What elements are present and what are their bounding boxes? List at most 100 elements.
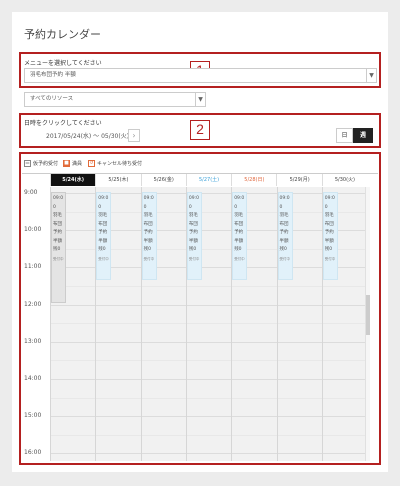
day-view-button[interactable]: 日 xyxy=(336,128,353,143)
grid-line xyxy=(50,304,367,306)
slot-text: 予約 xyxy=(143,230,153,235)
menu-label: メニューを選択してください xyxy=(24,60,102,67)
next-week-button[interactable]: › xyxy=(128,129,140,142)
day-header: 5/26(金) xyxy=(140,174,186,186)
calendar-scrollbar[interactable] xyxy=(365,187,370,461)
slot-text: 半額 xyxy=(279,238,289,244)
legend-label: 仮予約受付 xyxy=(33,161,59,167)
scrollbar-thumb[interactable] xyxy=(366,295,370,335)
slot-status: 受付中 xyxy=(98,256,109,261)
slot-text: 布団 xyxy=(98,221,108,227)
waitlist-icon: ↺ xyxy=(88,160,95,167)
slot-text: 半額 xyxy=(188,238,198,244)
reservation-slot[interactable]: 09:0 0 羽毛 布団 予約 半額 残0 受付中 xyxy=(51,192,66,303)
time-label: 14:00 xyxy=(24,375,42,382)
slot-text: 0 xyxy=(279,204,283,210)
reservation-slot[interactable]: 09:0 0 羽毛 布団 予約 半額 残0 受付中 xyxy=(277,192,293,280)
grid-line xyxy=(50,453,367,455)
slot-text: 0 xyxy=(324,204,328,210)
slot-text: 半額 xyxy=(98,238,108,244)
slot-text: 羽毛 xyxy=(98,213,108,218)
time-label: 13:00 xyxy=(24,337,42,345)
slot-text: 羽毛 xyxy=(143,213,153,218)
slot-text: 残0 xyxy=(188,247,197,252)
calendar-header: 5/24(水) 5/25(木) 5/26(金) 5/27(土) 5/28(日) 5/29(… xyxy=(50,174,370,186)
slot-text: 0 xyxy=(143,204,147,210)
slot-text: 羽毛 xyxy=(234,213,244,218)
full-icon: ■ xyxy=(63,160,70,167)
slot-text: 09:0 xyxy=(53,196,64,201)
slot-text: 09:0 xyxy=(279,196,290,201)
slot-text: 布団 xyxy=(143,221,153,227)
list-icon: ☰ xyxy=(24,160,31,167)
slot-text: 予約 xyxy=(53,230,62,235)
calendar-grid[interactable]: 09:0 0 羽毛布団予約半額残0 受付中 09:0 0 羽毛布団予約半額残0 受付中 09:0… xyxy=(50,187,369,461)
slot-text: 半額 xyxy=(143,238,153,244)
grid-line xyxy=(50,416,367,418)
reservation-slot[interactable]: 09:0 0 羽毛 布団 予約 半額 残0 受付中 xyxy=(96,192,112,280)
section-number-2: 2 xyxy=(190,120,210,140)
slot-text: 残0 xyxy=(143,247,151,252)
slot-text: 布団 xyxy=(279,221,289,227)
slot-text: 予約 xyxy=(188,230,198,235)
grid-line xyxy=(50,434,367,436)
date-range: 2017/05/24(水) 〜 05/30(火) xyxy=(46,133,130,140)
legend-item-full: ■ 満員 xyxy=(63,160,82,167)
legend-label: キャンセル待ち受付 xyxy=(97,161,143,167)
time-label: 11:00 xyxy=(24,263,42,271)
slot-text: 残0 xyxy=(234,247,242,252)
resource-select[interactable]: すべてのリソース ▼ xyxy=(24,92,206,107)
slot-text: 残0 xyxy=(98,247,106,252)
slot-text: 半額 xyxy=(234,238,244,244)
grid-line xyxy=(50,397,367,399)
legend-label: 満員 xyxy=(72,161,83,167)
slot-status: 受付中 xyxy=(324,256,336,261)
slot-text: 09:0 xyxy=(234,196,245,201)
menu-select-value: 羽毛布団予約 半額 xyxy=(30,72,76,78)
slot-status: 受付中 xyxy=(53,256,64,261)
slot-text: 半額 xyxy=(53,238,62,244)
slot-text: 0 xyxy=(53,204,56,210)
time-label: 15:00 xyxy=(24,412,42,420)
reservation-slot[interactable]: 09:0 0 羽毛 布団 予約 半額 残0 受付中 xyxy=(186,192,202,280)
slot-text: 布団 xyxy=(234,221,244,227)
slot-text: 羽毛 xyxy=(188,213,198,218)
menu-select[interactable]: 羽毛布団予約 半額 ▼ xyxy=(24,68,377,83)
day-header: 5/30(火) xyxy=(321,174,367,186)
legend-item-waitlist: ↺ キャンセル待ち受付 xyxy=(88,160,142,167)
slot-text: 予約 xyxy=(279,230,289,235)
date-label: 日時をクリックしてください xyxy=(24,120,102,127)
time-label: 12:00 xyxy=(24,300,42,308)
chevron-down-icon: ▼ xyxy=(195,93,205,106)
reservation-slot[interactable]: 09:0 0 羽毛 布団 予約 半額 残0 受付中 xyxy=(141,192,157,280)
day-header: 5/28(日) xyxy=(231,174,276,186)
resource-select-value: すべてのリソース xyxy=(30,96,74,102)
slot-text: 残0 xyxy=(324,247,333,252)
slot-text: 残0 xyxy=(279,247,287,252)
calendar-body: 9:00 10:00 11:00 12:00 13:00 14:00 15:00 16:00 … xyxy=(22,187,372,461)
slot-text: 羽毛 xyxy=(53,213,62,218)
page-title: 予約カレンダー xyxy=(24,28,101,41)
slot-text: 布団 xyxy=(324,221,334,227)
grid-line xyxy=(50,360,367,362)
time-label: 10:00 xyxy=(24,226,42,234)
grid-line xyxy=(50,341,367,343)
grid-line xyxy=(50,286,367,287)
reservation-slot[interactable]: 09:0 0 羽毛 布団 予約 半額 残0 受付中 xyxy=(232,192,248,280)
chevron-down-icon: ▼ xyxy=(366,69,376,82)
reservation-slot[interactable]: 09:0 0 羽毛 布団 予約 半額 残0 受付中 xyxy=(322,192,338,280)
grid-line xyxy=(50,379,367,380)
slot-status: 受付中 xyxy=(188,256,200,261)
slot-text: 予約 xyxy=(98,230,108,235)
day-header: 5/25(木) xyxy=(95,174,140,186)
slot-text: 羽毛 xyxy=(279,213,289,218)
week-calendar: 5/24(水) 5/25(木) 5/26(金) 5/27(土) 5/28(日) 5/29(… xyxy=(22,173,378,461)
grid-line xyxy=(50,323,367,325)
week-view-button[interactable]: 週 xyxy=(353,128,373,143)
slot-text: 0 xyxy=(188,204,192,210)
time-column: 9:00 10:00 11:00 12:00 13:00 14:00 15:00 16:00 xyxy=(22,187,50,461)
day-header: 5/29(月) xyxy=(276,174,321,186)
slot-status: 受付中 xyxy=(143,256,155,261)
slot-status: 受付中 xyxy=(234,256,245,261)
slot-text: 0 xyxy=(234,204,238,210)
